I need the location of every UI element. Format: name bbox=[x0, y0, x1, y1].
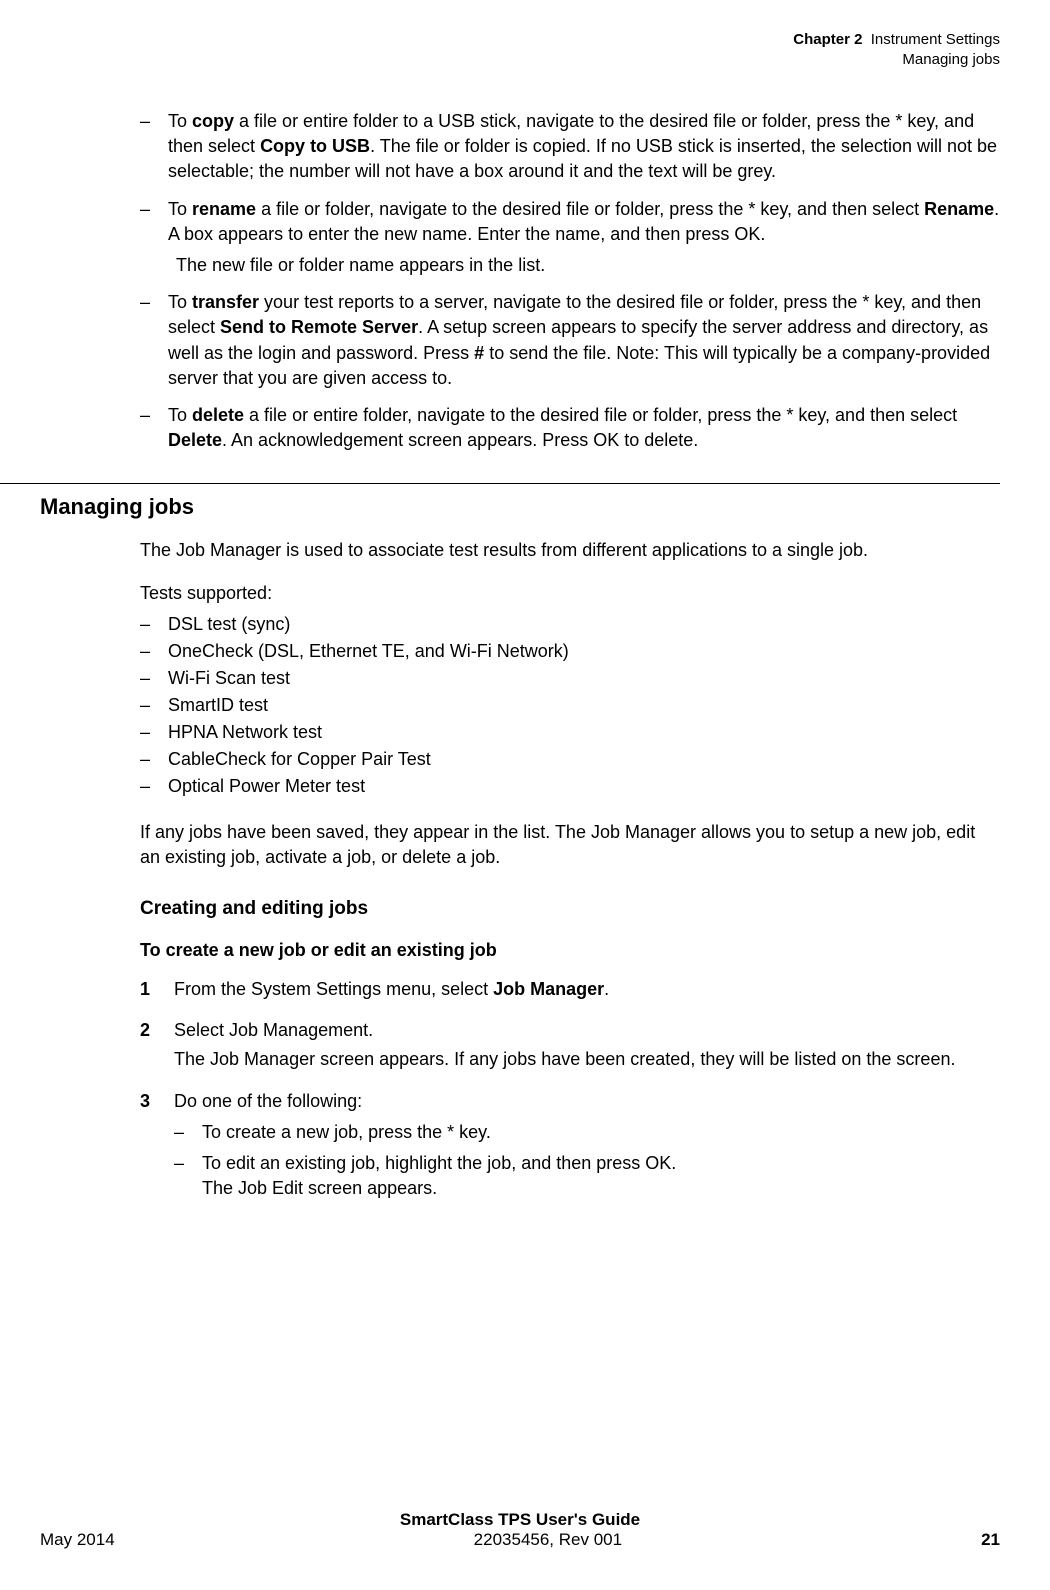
rename-note: The new file or folder name appears in t… bbox=[176, 253, 1000, 278]
tests-supported-label: Tests supported: bbox=[140, 581, 1000, 606]
test-item: OneCheck (DSL, Ethernet TE, and Wi-Fi Ne… bbox=[140, 638, 1000, 665]
footer-title: SmartClass TPS User's Guide bbox=[40, 1510, 1000, 1530]
test-item: CableCheck for Copper Pair Test bbox=[140, 746, 1000, 773]
header-section: Managing jobs bbox=[40, 50, 1000, 70]
chapter-title: Instrument Settings bbox=[871, 31, 1000, 48]
managing-jobs-heading: Managing jobs bbox=[40, 494, 1000, 520]
section-divider bbox=[0, 483, 1000, 484]
test-item: DSL test (sync) bbox=[140, 611, 1000, 638]
file-op-transfer: To transfer your test reports to a serve… bbox=[140, 290, 1000, 391]
page-header: Chapter 2 Instrument Settings Managing j… bbox=[40, 30, 1000, 69]
tests-supported-list: DSL test (sync) OneCheck (DSL, Ethernet … bbox=[140, 611, 1000, 800]
page-footer: SmartClass TPS User's Guide May 2014 220… bbox=[40, 1510, 1000, 1550]
page-content: To copy a file or entire folder to a USB… bbox=[40, 109, 1000, 1201]
step-3-options: To create a new job, press the * key. To… bbox=[174, 1120, 1000, 1202]
test-item: HPNA Network test bbox=[140, 719, 1000, 746]
file-operations-list: To copy a file or entire folder to a USB… bbox=[140, 109, 1000, 453]
test-item: Wi-Fi Scan test bbox=[140, 665, 1000, 692]
test-item: Optical Power Meter test bbox=[140, 773, 1000, 800]
footer-docnum: 22035456, Rev 001 bbox=[474, 1530, 622, 1550]
step-3-option-edit: To edit an existing job, highlight the j… bbox=[174, 1151, 1000, 1201]
managing-jobs-outro: If any jobs have been saved, they appear… bbox=[140, 820, 1000, 870]
managing-jobs-intro: The Job Manager is used to associate tes… bbox=[140, 538, 1000, 563]
creating-editing-heading: Creating and editing jobs bbox=[140, 898, 1000, 920]
footer-page: 21 bbox=[981, 1530, 1000, 1550]
chapter-label: Chapter 2 bbox=[793, 31, 862, 48]
file-op-rename: To rename a file or folder, navigate to … bbox=[140, 197, 1000, 279]
step-3-option-create: To create a new job, press the * key. bbox=[174, 1120, 1000, 1145]
footer-date: May 2014 bbox=[40, 1530, 115, 1550]
step-2: 2 Select Job Management. The Job Manager… bbox=[140, 1018, 1000, 1072]
procedure-steps: 1 From the System Settings menu, select … bbox=[140, 977, 1000, 1201]
file-op-copy: To copy a file or entire folder to a USB… bbox=[140, 109, 1000, 185]
step-3: 3 Do one of the following: To create a n… bbox=[140, 1089, 1000, 1202]
file-op-delete: To delete a file or entire folder, navig… bbox=[140, 403, 1000, 453]
procedure-heading: To create a new job or edit an existing … bbox=[140, 940, 1000, 961]
step-1: 1 From the System Settings menu, select … bbox=[140, 977, 1000, 1002]
test-item: SmartID test bbox=[140, 692, 1000, 719]
